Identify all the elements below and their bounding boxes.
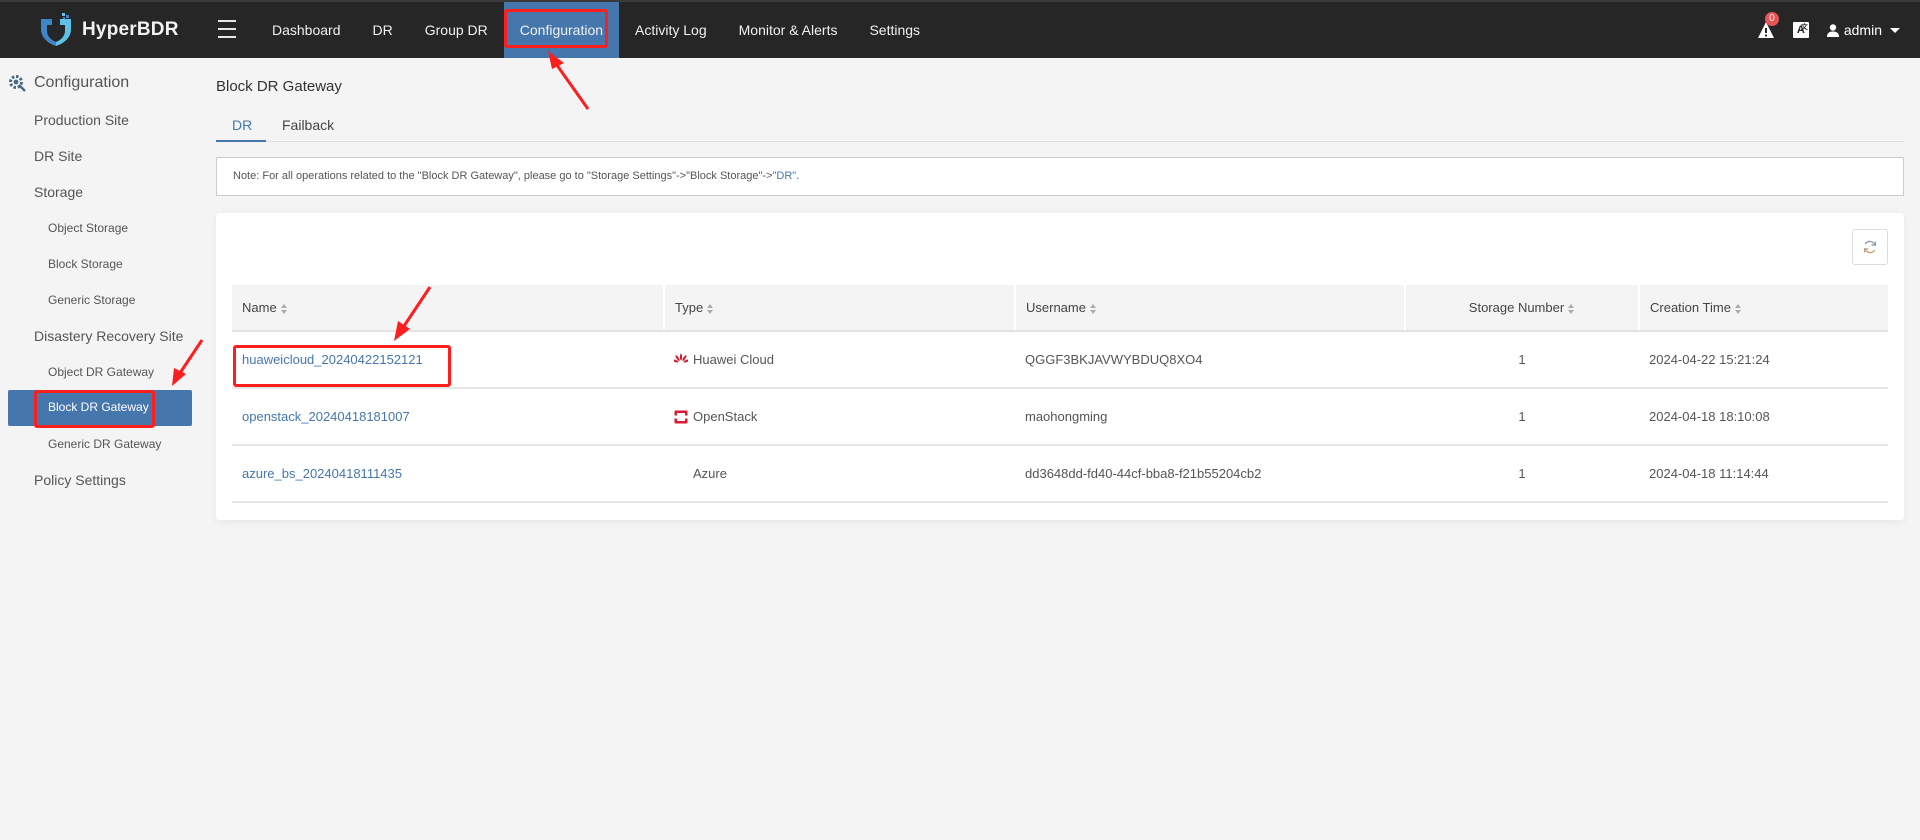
gateway-type: OpenStack bbox=[693, 409, 758, 424]
table-header-row: Name Type Username Storage Number Creati… bbox=[232, 285, 1888, 332]
sidebar-item-generic-storage[interactable]: Generic Storage bbox=[48, 293, 135, 307]
storage-number: 1 bbox=[1518, 466, 1526, 481]
note-dr-link[interactable]: "DR" bbox=[772, 170, 796, 182]
tab-dr[interactable]: DR bbox=[232, 117, 252, 133]
tab-failback[interactable]: Failback bbox=[282, 117, 334, 133]
gateway-username: QGGF3BKJAVWYBDUQ8XO4 bbox=[1025, 352, 1203, 367]
gateway-type: Azure bbox=[693, 466, 727, 481]
info-note: Note: For all operations related to the … bbox=[216, 157, 1904, 196]
translate-icon[interactable]: A文 bbox=[1792, 22, 1809, 38]
sort-icon[interactable] bbox=[280, 303, 288, 314]
user-icon bbox=[1826, 23, 1839, 37]
sidebar-item-object-dr-gateway[interactable]: Object DR Gateway bbox=[48, 365, 154, 379]
nav-activity-log[interactable]: Activity Log bbox=[619, 2, 723, 58]
column-label: Name bbox=[242, 300, 277, 315]
sidebar-item-block-storage[interactable]: Block Storage bbox=[48, 257, 123, 271]
brand[interactable]: HyperBDR bbox=[38, 12, 179, 48]
creation-time: 2024-04-18 18:10:08 bbox=[1649, 409, 1770, 424]
gateway-type: Huawei Cloud bbox=[693, 352, 774, 367]
nav-settings[interactable]: Settings bbox=[853, 2, 936, 58]
username: admin bbox=[1843, 22, 1882, 38]
tab-bar: DR Failback bbox=[216, 112, 1904, 142]
table-row: openstack_20240418181007 OpenStack maoho… bbox=[232, 388, 1888, 446]
gateway-name-link[interactable]: openstack_20240418181007 bbox=[242, 409, 410, 424]
sidebar-item-generic-dr-gateway[interactable]: Generic DR Gateway bbox=[48, 437, 161, 451]
column-header-name[interactable]: Name bbox=[232, 285, 665, 332]
column-header-creation-time[interactable]: Creation Time bbox=[1639, 285, 1888, 332]
sidebar-item-object-storage[interactable]: Object Storage bbox=[48, 221, 128, 235]
sidebar-item-policy-settings[interactable]: Policy Settings bbox=[34, 472, 126, 488]
storage-number: 1 bbox=[1518, 409, 1526, 424]
column-header-username[interactable]: Username bbox=[1015, 285, 1406, 332]
table-row: azure_bs_20240418111435 Azure dd3648dd-f… bbox=[232, 445, 1888, 503]
column-label: Storage Number bbox=[1468, 300, 1565, 315]
refresh-icon bbox=[1863, 240, 1877, 254]
gear-icon bbox=[9, 75, 26, 92]
sidebar-item-label: Block DR Gateway bbox=[48, 400, 149, 414]
sort-icon[interactable] bbox=[1568, 303, 1575, 314]
nav-dashboard[interactable]: Dashboard bbox=[256, 2, 357, 58]
table-row: huaweicloud_20240422152121 Huawei Cloud … bbox=[232, 331, 1888, 389]
note-suffix: . bbox=[796, 170, 800, 182]
alerts-button[interactable]: 0 bbox=[1757, 12, 1779, 39]
top-right-tools: 0 A文 admin bbox=[1757, 2, 1900, 58]
nav-configuration[interactable]: Configuration bbox=[503, 2, 620, 58]
column-label: Type bbox=[675, 300, 704, 315]
refresh-button[interactable] bbox=[1852, 229, 1888, 265]
sidebar-item-block-dr-gateway[interactable]: Block DR Gateway bbox=[8, 390, 192, 426]
nav-dr[interactable]: DR bbox=[357, 2, 409, 58]
creation-time: 2024-04-18 11:14:44 bbox=[1649, 466, 1769, 481]
gateway-table-card: Name Type Username Storage Number Creati… bbox=[216, 213, 1904, 520]
sidebar-item-production-site[interactable]: Production Site bbox=[34, 112, 129, 128]
sidebar-item-storage[interactable]: Storage bbox=[34, 184, 83, 200]
sidebar-item-disaster-recovery-site[interactable]: Disastery Recovery Site bbox=[34, 328, 183, 344]
top-navigation-bar: HyperBDR Dashboard DR Group DR Configura… bbox=[0, 0, 1920, 58]
sort-icon[interactable] bbox=[707, 303, 714, 314]
nav-monitor-alerts[interactable]: Monitor & Alerts bbox=[723, 2, 854, 58]
gateway-username: dd3648dd-fd40-44cf-bba8-f21b55204cb2 bbox=[1025, 466, 1262, 481]
column-label: Creation Time bbox=[1650, 300, 1731, 315]
gateway-table: Name Type Username Storage Number Creati… bbox=[232, 285, 1888, 503]
active-tab-indicator bbox=[216, 140, 266, 142]
page-title: Block DR Gateway bbox=[216, 78, 342, 95]
column-label: Username bbox=[1026, 300, 1086, 315]
storage-number: 1 bbox=[1518, 352, 1526, 367]
hamburger-icon[interactable] bbox=[218, 20, 236, 38]
app-name: HyperBDR bbox=[82, 19, 179, 40]
creation-time: 2024-04-22 15:21:24 bbox=[1649, 352, 1770, 367]
gateway-username: maohongming bbox=[1025, 409, 1108, 424]
note-text: Note: For all operations related to the … bbox=[233, 170, 773, 182]
column-header-storage-number[interactable]: Storage Number bbox=[1405, 285, 1640, 332]
huawei-icon bbox=[674, 353, 688, 363]
chevron-down-icon bbox=[1890, 27, 1900, 33]
gateway-name-link[interactable]: huaweicloud_20240422152121 bbox=[242, 352, 423, 367]
shield-logo-icon bbox=[41, 13, 71, 46]
azure-icon-placeholder bbox=[674, 467, 688, 481]
openstack-icon bbox=[674, 410, 688, 423]
sidebar: Configuration Production Site DR Site St… bbox=[0, 58, 200, 840]
sidebar-item-dr-site[interactable]: DR Site bbox=[34, 148, 82, 164]
user-menu[interactable]: admin bbox=[1826, 22, 1900, 38]
column-header-type[interactable]: Type bbox=[664, 285, 1016, 332]
gateway-name-link[interactable]: azure_bs_20240418111435 bbox=[242, 466, 402, 481]
alert-count-badge: 0 bbox=[1764, 12, 1779, 26]
sidebar-title-label: Configuration bbox=[34, 74, 130, 91]
sort-icon[interactable] bbox=[1089, 303, 1097, 314]
main-nav: Dashboard DR Group DR Configuration Acti… bbox=[256, 2, 936, 58]
sort-icon[interactable] bbox=[1734, 303, 1742, 314]
sidebar-title: Configuration bbox=[8, 74, 129, 92]
nav-group-dr[interactable]: Group DR bbox=[409, 2, 504, 58]
